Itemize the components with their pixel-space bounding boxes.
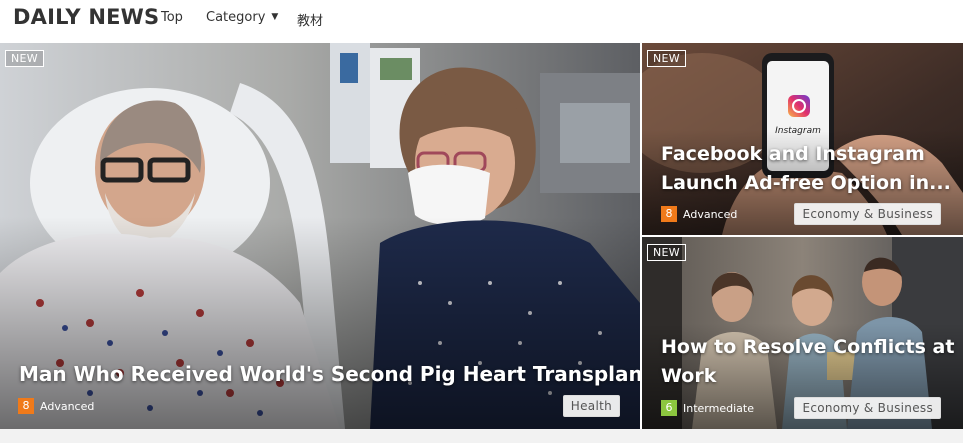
article-card-facebook-instagram[interactable]: Instagram NEW Facebook and Instagram Lau… <box>642 43 963 235</box>
new-badge: NEW <box>5 50 44 67</box>
new-badge: NEW <box>647 244 686 261</box>
category-tag-economy-business[interactable]: Economy & Business <box>794 397 941 419</box>
article-title[interactable]: Man Who Received World's Second Pig Hear… <box>19 362 640 386</box>
level-indicator: 8 Advanced <box>18 398 94 414</box>
article-title[interactable]: How to Resolve Conflicts at Work <box>661 333 956 391</box>
level-label: Advanced <box>40 399 95 413</box>
article-card-conflicts-at-work[interactable]: NEW How to Resolve Conflicts at Work 6 I… <box>642 237 963 429</box>
article-title[interactable]: Facebook and Instagram Launch Ad-free Op… <box>661 140 956 198</box>
level-label: Intermediate <box>683 401 754 415</box>
category-tag-economy-business[interactable]: Economy & Business <box>794 203 941 225</box>
level-indicator: 6 Intermediate <box>661 400 754 416</box>
level-indicator: 8 Advanced <box>661 206 737 222</box>
level-number-badge: 6 <box>661 400 677 416</box>
nav-kyozai[interactable]: 教材 <box>297 10 323 29</box>
nav-category-dropdown[interactable]: Category ▼ <box>206 10 278 25</box>
level-number-badge: 8 <box>18 398 34 414</box>
section-divider <box>0 429 963 443</box>
level-number-badge: 8 <box>661 206 677 222</box>
level-label: Advanced <box>683 207 738 221</box>
article-card-pig-heart[interactable]: NEW Man Who Received World's Second Pig … <box>0 43 640 429</box>
new-badge: NEW <box>647 50 686 67</box>
category-tag-health[interactable]: Health <box>562 395 620 417</box>
caret-down-icon: ▼ <box>271 12 279 22</box>
nav-top[interactable]: Top <box>161 10 183 25</box>
nav-category-label: Category <box>206 10 266 25</box>
site-header: DAILY NEWS Top Category ▼ 教材 <box>0 0 963 42</box>
site-logo[interactable]: DAILY NEWS <box>13 5 159 29</box>
